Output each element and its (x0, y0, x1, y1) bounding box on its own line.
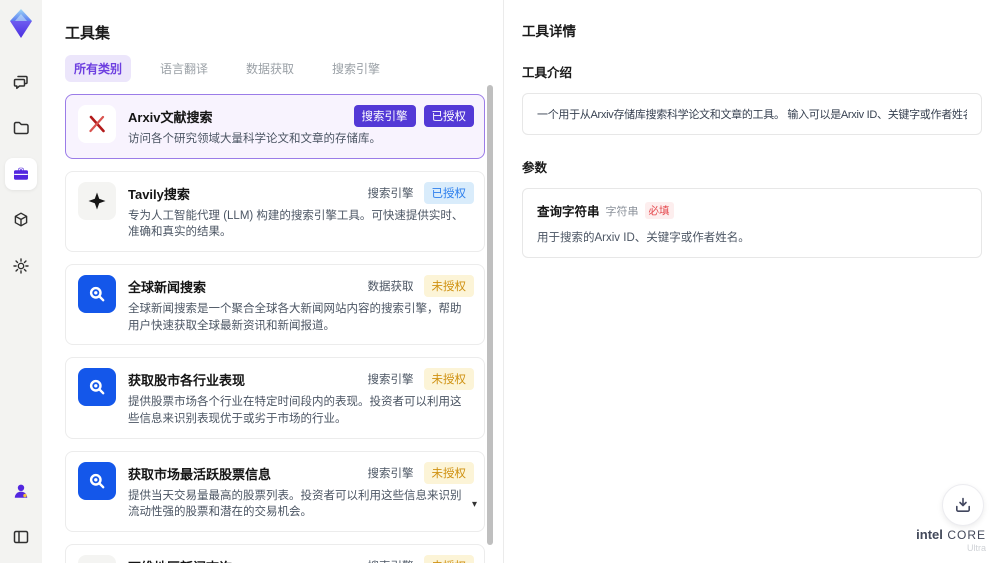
detail-title: 工具详情 (522, 24, 576, 39)
auth-status-badge: 未授权 (423, 275, 474, 298)
auth-status-badge: 未授权 (423, 555, 474, 563)
scroll-down-hint: ▾ (472, 499, 478, 510)
auth-status-badge: 已授权 (423, 181, 474, 204)
param-type: 字符串 (605, 205, 639, 218)
folder-icon (13, 121, 29, 135)
auth-status-badge: 未授权 (423, 461, 474, 484)
category-tab-2[interactable]: 数据获取 (237, 55, 303, 82)
tool-description: 提供当天交易量最高的股票列表。投资者可以利用这些信息来识别流动性强的股票和潜在的… (128, 489, 462, 519)
app-window: 工具集 所有类别 语言翻译 数据获取 搜索引擎 Arxiv文献搜索 访问各个研究领域大量… (0, 0, 1000, 563)
app-logo-icon (10, 9, 32, 38)
intro-heading: 工具介绍 (522, 66, 573, 80)
bluesearch-icon (78, 368, 116, 407)
sidebar-item-tools[interactable] (5, 158, 37, 190)
tool-badges: 搜索引擎未授权 (366, 461, 474, 484)
param-required-badge: 必填 (644, 202, 674, 219)
newspaper-icon (78, 555, 116, 563)
category-badge: 搜索引擎 (366, 555, 416, 563)
intro-text: 一个用于从Arxiv存储库搜索科学论文和文章的工具。 输入可以是Arxiv ID… (537, 109, 967, 121)
tool-badges: 数据获取 未授权 (366, 275, 474, 298)
intel-wordmark: intel (916, 526, 943, 542)
category-badge: 搜索引擎 (367, 187, 414, 200)
panel-toggle-icon (13, 530, 29, 544)
tool-list-panel: 工具集 所有类别 语言翻译 数据获取 搜索引擎 Arxiv文献搜索 访问各个研究领域大量… (42, 0, 503, 563)
tool-description: 专为人工智能代理 (LLM) 构建的搜索引擎工具。可快速提供实时、准确和真实的结… (128, 209, 464, 239)
category-badge: 搜索引擎 (367, 467, 414, 480)
tool-card[interactable]: 全球新闻搜索 全球新闻搜索是一个聚合全球各大新闻网站内容的搜索引擎，帮助用户快速获… (65, 264, 485, 346)
param-name: 查询字符串 (537, 205, 600, 219)
tool-badges: 搜索引擎未授权 (366, 368, 474, 391)
tool-card[interactable]: 获取市场最活跃股票信息 提供当天交易量最高的股票列表。投资者可以利用这些信息来识别… (65, 450, 485, 533)
arxiv-icon (78, 105, 116, 143)
intel-core-logo: intel CORE Ultra (916, 526, 986, 554)
param-box: 查询字符串 字符串 必填 用于搜索的Arxiv ID、关键字或作者姓名。 (522, 188, 982, 258)
tool-description: 全球新闻搜索是一个聚合全球各大新闻网站内容的搜索引擎，帮助用户快速获取全球最新资… (128, 303, 462, 332)
cube-icon (14, 212, 28, 227)
bluesearch-icon (78, 275, 116, 314)
sidebar-item-files[interactable] (5, 112, 37, 144)
ultra-wordmark: Ultra (966, 543, 986, 554)
bluesearch-icon (78, 461, 116, 500)
params-heading: 参数 (522, 161, 548, 175)
chat-icon (13, 75, 28, 90)
user-icon (14, 484, 28, 498)
intro-box: 一个用于从Arxiv存储库搜索科学论文和文章的工具。 输入可以是Arxiv ID… (522, 93, 982, 135)
page-title: 工具集 (65, 25, 111, 42)
tool-badges: 搜索引擎 已授权 (366, 181, 474, 204)
tool-card[interactable]: Tavily搜索 专为人工智能代理 (LLM) 构建的搜索引擎工具。可快速提供实时… (65, 170, 485, 253)
sidebar-item-models[interactable] (5, 204, 37, 236)
category-badge: 数据获取 (367, 281, 414, 294)
auth-status-badge: 未授权 (423, 368, 474, 391)
download-icon (956, 497, 970, 512)
tool-description: 访问各个研究领域大量科学论文和文章的存储库。 (128, 133, 381, 145)
tool-badges: 搜索引擎 已授权 (353, 105, 474, 127)
category-tab-3[interactable]: 搜索引擎 (323, 55, 389, 82)
gear-icon (13, 258, 29, 274)
param-header: 查询字符串 字符串 必填 (537, 201, 967, 220)
list-scrollbar[interactable] (487, 85, 493, 545)
category-tabs: 所有类别 语言翻译 数据获取 搜索引擎 (65, 55, 503, 82)
category-badge: 搜索引擎 (353, 105, 416, 127)
tool-card[interactable]: 获取股市各行业表现 提供股票市场各个行业在特定时间段内的表现。投资者可以利用这些信… (65, 357, 485, 439)
core-wordmark: CORE (947, 527, 986, 542)
download-button[interactable] (942, 484, 984, 526)
tool-detail-panel: 工具详情 工具介绍 一个用于从Arxiv存储库搜索科学论文和文章的工具。 输入可… (503, 0, 1000, 563)
tool-description: 提供股票市场各个行业在特定时间段内的表现。投资者可以利用这些信息来识别表现优于或… (128, 396, 462, 426)
sidebar-item-collapse[interactable] (5, 521, 37, 553)
auth-status-badge: 已授权 (423, 105, 474, 127)
sidebar (0, 0, 42, 563)
tool-badges: 搜索引擎未授权 (366, 555, 474, 563)
sidebar-item-chat[interactable] (5, 66, 37, 98)
sidebar-item-account[interactable] (5, 475, 37, 507)
tool-list: Arxiv文献搜索 访问各个研究领域大量科学论文和文章的存储库。 搜索引擎 已授权 Ta… (65, 94, 485, 563)
category-badge: 搜索引擎 (367, 374, 414, 387)
sidebar-item-settings[interactable] (5, 250, 37, 282)
tool-card[interactable]: 万维地区新闻查询查询具体行政区划内的新闻，快速了解各地新闻动搜索引擎未授权 (65, 544, 485, 563)
briefcase-icon (14, 167, 28, 180)
category-tab-1[interactable]: 语言翻译 (151, 55, 217, 82)
param-desc: 用于搜索的Arxiv ID、关键字或作者姓名。 (537, 232, 750, 244)
category-tab-0[interactable]: 所有类别 (65, 55, 132, 82)
tavily-icon (78, 181, 116, 220)
tool-card[interactable]: Arxiv文献搜索 访问各个研究领域大量科学论文和文章的存储库。 搜索引擎 已授权 (65, 94, 485, 159)
